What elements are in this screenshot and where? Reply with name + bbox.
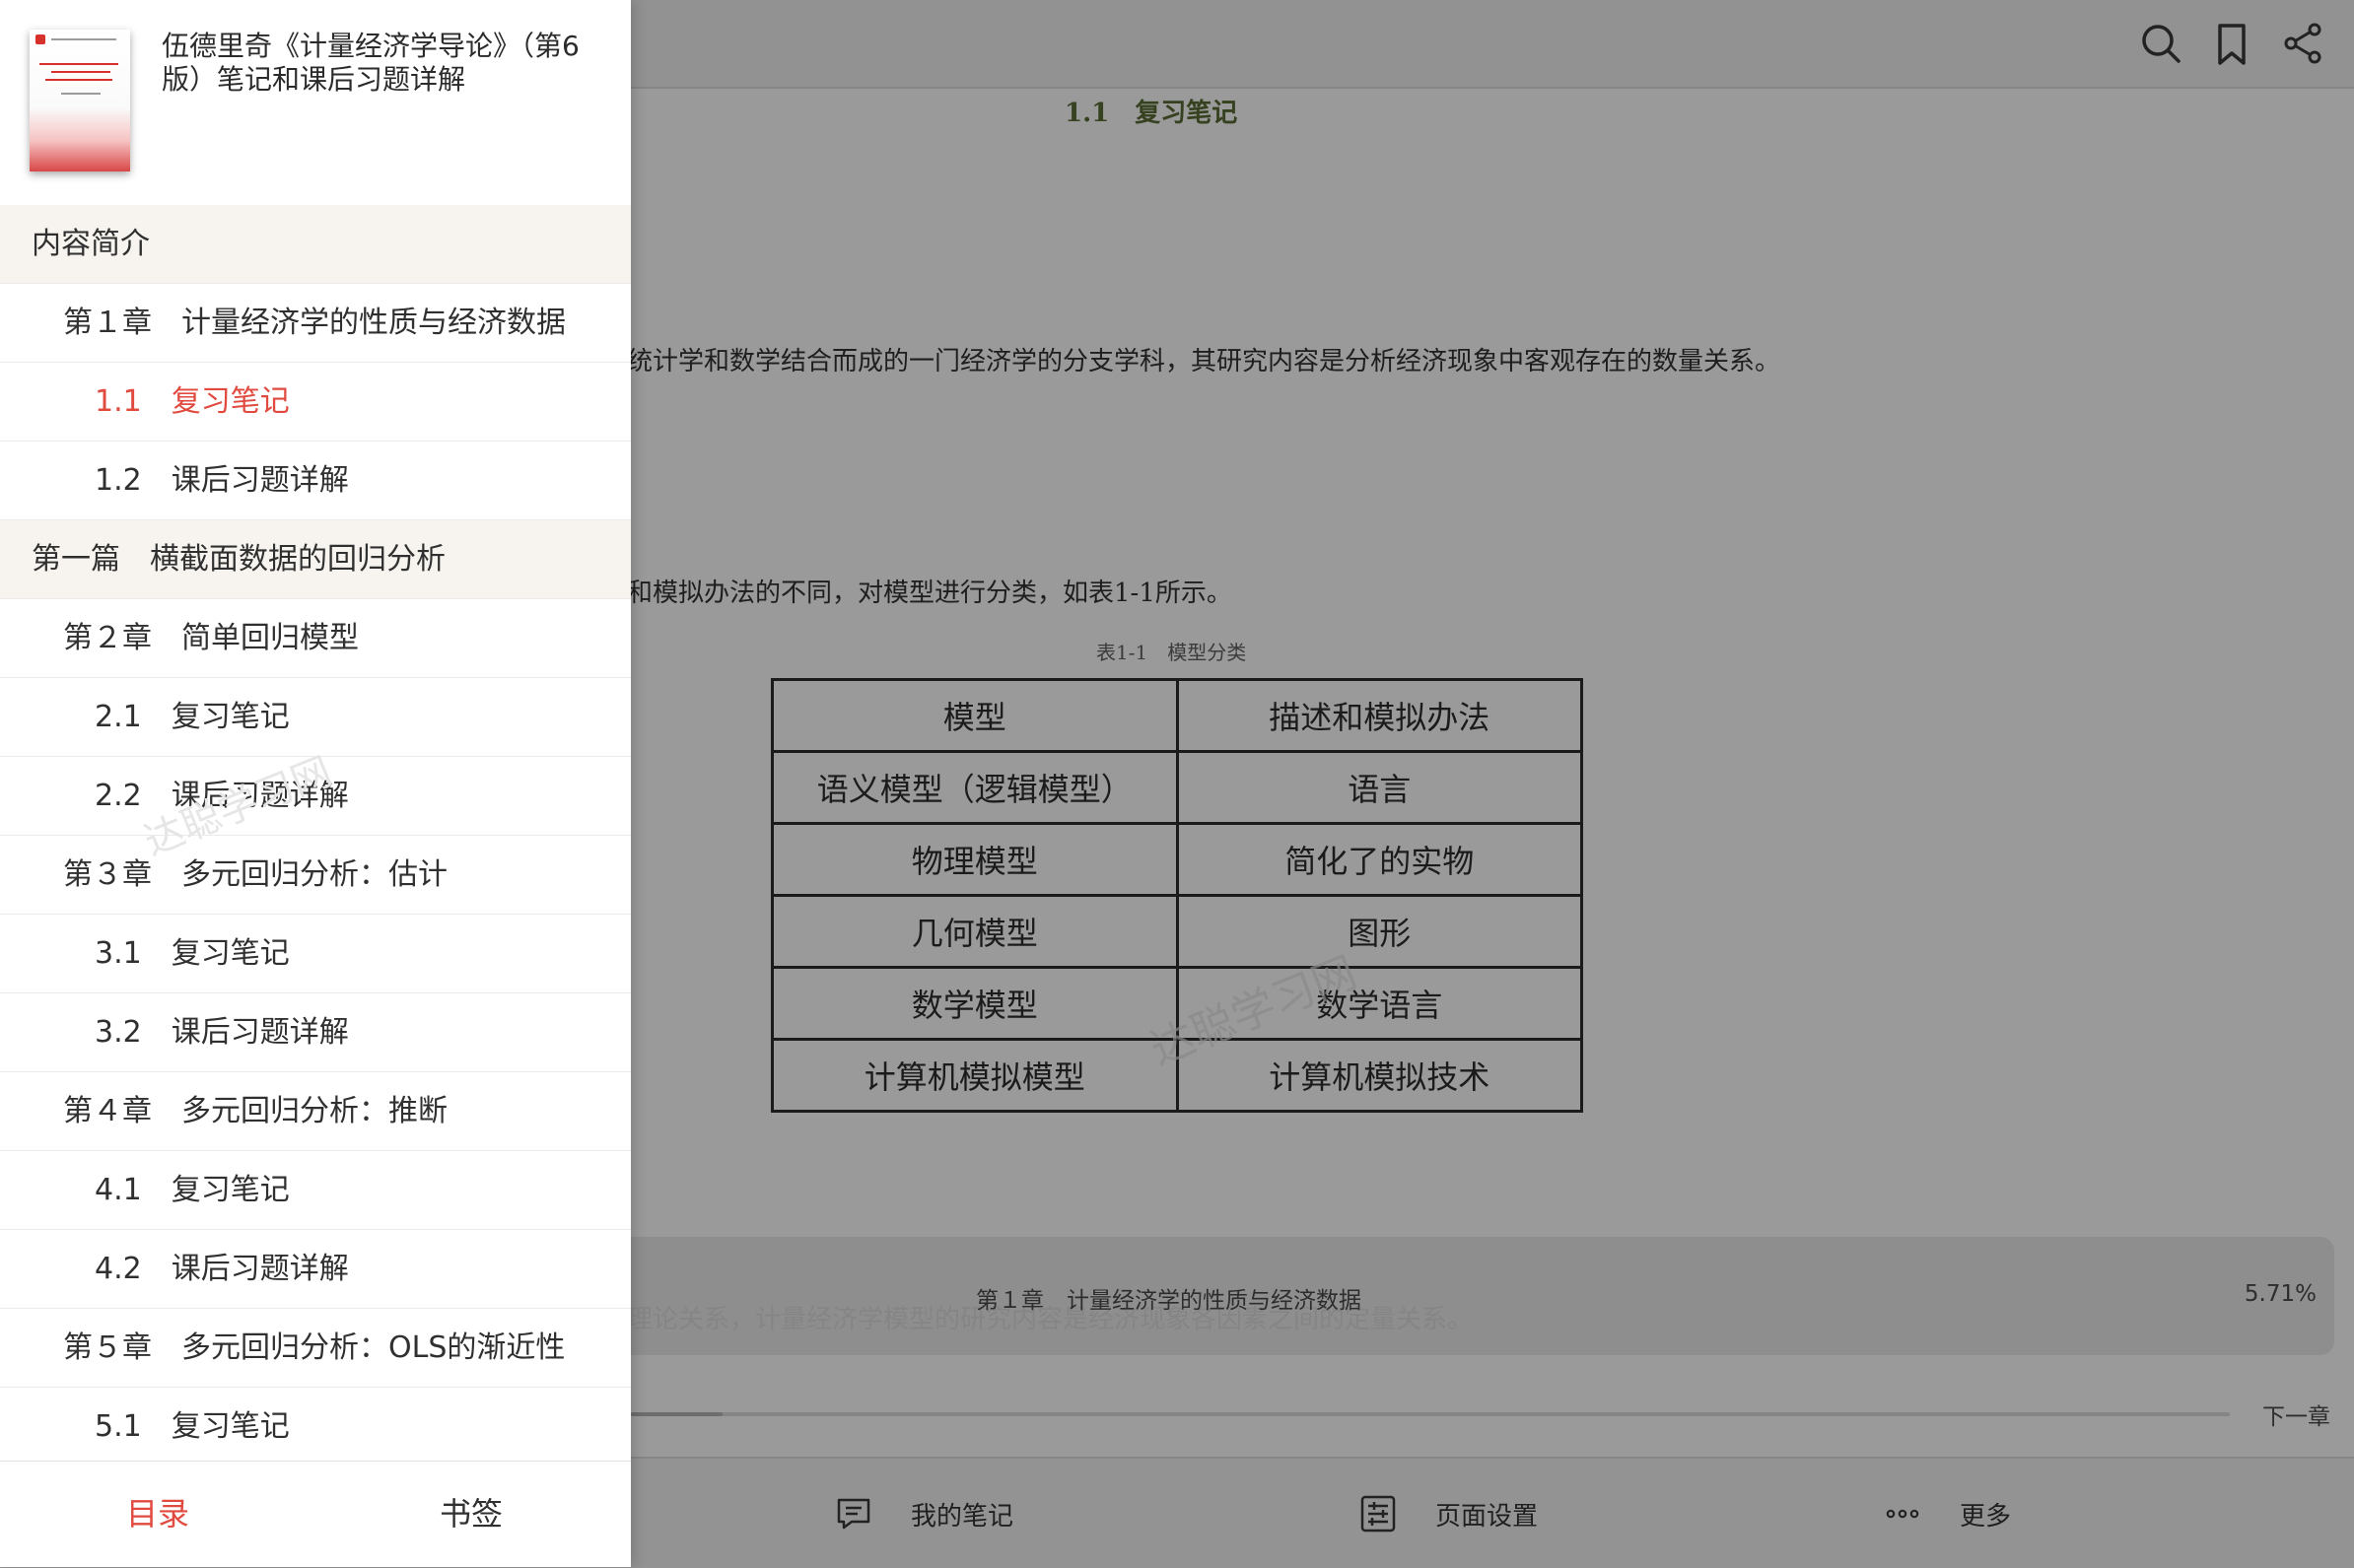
toc-item-section[interactable]: 4.1 复习笔记 — [0, 1151, 631, 1230]
body-text-line: 和模拟办法的不同，对模型进行分类，如表1-1所示。 — [627, 579, 1232, 608]
body-text-line: 统计学和数学结合而成的一门经济学的分支学科，其研究内容是分析经济现象中客观存在的… — [627, 347, 1781, 376]
toc-item-chapter[interactable]: 第３章 多元回归分析：估计 — [0, 836, 631, 915]
table-row: 物理模型 简化了的实物 — [771, 822, 1584, 897]
table-header-row: 模型 描述和模拟办法 — [771, 678, 1584, 753]
table-header-cell: 模型 — [771, 678, 1179, 753]
chapter-info-card — [444, 1237, 2334, 1355]
bookmark-icon[interactable] — [2208, 20, 2255, 67]
toc-item-part[interactable]: 内容简介 — [0, 205, 631, 284]
progress-slider-fill — [631, 1412, 723, 1416]
table-cell: 语言 — [1175, 750, 1584, 825]
share-icon[interactable] — [2279, 20, 2326, 67]
toc-list: 内容简介 第１章 计量经济学的性质与经济数据 1.1 复习笔记 1.2 课后习题详解第… — [0, 205, 631, 1459]
current-chapter-label: 第１章 计量经济学的性质与经济数据 — [976, 1288, 1361, 1314]
more-button[interactable]: 更多 — [1883, 1484, 2011, 1543]
toc-item-section[interactable]: 3.1 复习笔记 — [0, 915, 631, 993]
toc-item-section[interactable]: 1.2 课后习题详解 — [0, 442, 631, 520]
tab-toc[interactable]: 目录 — [126, 1489, 189, 1534]
toc-drawer: 伍德里奇《计量经济学导论》（第6版）笔记和课后习题详解 内容简介 第１章 计量经济… — [0, 0, 631, 1567]
my-notes-button[interactable]: 我的笔记 — [834, 1484, 1013, 1543]
table-caption: 表1-1 模型分类 — [1096, 641, 1247, 664]
next-chapter-button[interactable]: 下一章 — [2262, 1398, 2330, 1431]
table-cell: 物理模型 — [771, 822, 1179, 897]
toc-item-chapter[interactable]: 第２章 简单回归模型 — [0, 599, 631, 678]
table-cell: 图形 — [1175, 894, 1584, 969]
tab-bookmarks[interactable]: 书签 — [440, 1489, 503, 1534]
book-header: 伍德里奇《计量经济学导论》（第6版）笔记和课后习题详解 — [0, 0, 631, 203]
table-row: 几何模型 图形 — [771, 894, 1584, 969]
toc-item-chapter[interactable]: 第１章 计量经济学的性质与经济数据 — [0, 284, 631, 363]
table-cell: 计算机模拟模型 — [771, 1038, 1179, 1113]
page-settings-label: 页面设置 — [1435, 1501, 1539, 1532]
table-cell: 简化了的实物 — [1175, 822, 1584, 897]
table-row: 语义模型（逻辑模型） 语言 — [771, 750, 1584, 825]
notes-icon — [837, 1498, 870, 1530]
toc-item-section[interactable]: 1.1 复习笔记 — [0, 363, 631, 442]
table-cell: 计算机模拟技术 — [1175, 1038, 1584, 1113]
my-notes-label: 我的笔记 — [911, 1501, 1014, 1532]
toc-item-section[interactable]: 4.2 课后习题详解 — [0, 1230, 631, 1309]
table-cell: 数学模型 — [771, 966, 1179, 1041]
section-heading: 1.1 复习笔记 — [1065, 99, 1238, 128]
toc-item-part[interactable]: 第一篇 横截面数据的回归分析 — [0, 520, 631, 599]
toc-item-section[interactable]: 5.1 复习笔记 — [0, 1388, 631, 1459]
reading-progress-percent: 5.71% — [2244, 1281, 2317, 1307]
book-title: 伍德里奇《计量经济学导论》（第6版）笔记和课后习题详解 — [162, 30, 580, 96]
more-dots-icon — [1886, 1509, 1919, 1519]
more-label: 更多 — [1960, 1501, 2012, 1532]
table-header-cell: 描述和模拟办法 — [1175, 678, 1584, 753]
sliders-icon — [1360, 1495, 1396, 1533]
search-icon[interactable] — [2137, 20, 2184, 67]
toc-item-chapter[interactable]: 第４章 多元回归分析：推断 — [0, 1072, 631, 1151]
progress-slider[interactable] — [631, 1412, 2230, 1416]
table-cell: 语义模型（逻辑模型） — [771, 750, 1179, 825]
toc-item-chapter[interactable]: 第５章 多元回归分析：OLS的渐近性 — [0, 1309, 631, 1388]
drawer-tab-bar: 目录 书签 — [0, 1461, 631, 1567]
page-settings-button[interactable]: 页面设置 — [1358, 1484, 1538, 1543]
table-cell: 几何模型 — [771, 894, 1179, 969]
book-cover-image[interactable] — [30, 30, 130, 171]
toc-item-section[interactable]: 3.2 课后习题详解 — [0, 993, 631, 1072]
